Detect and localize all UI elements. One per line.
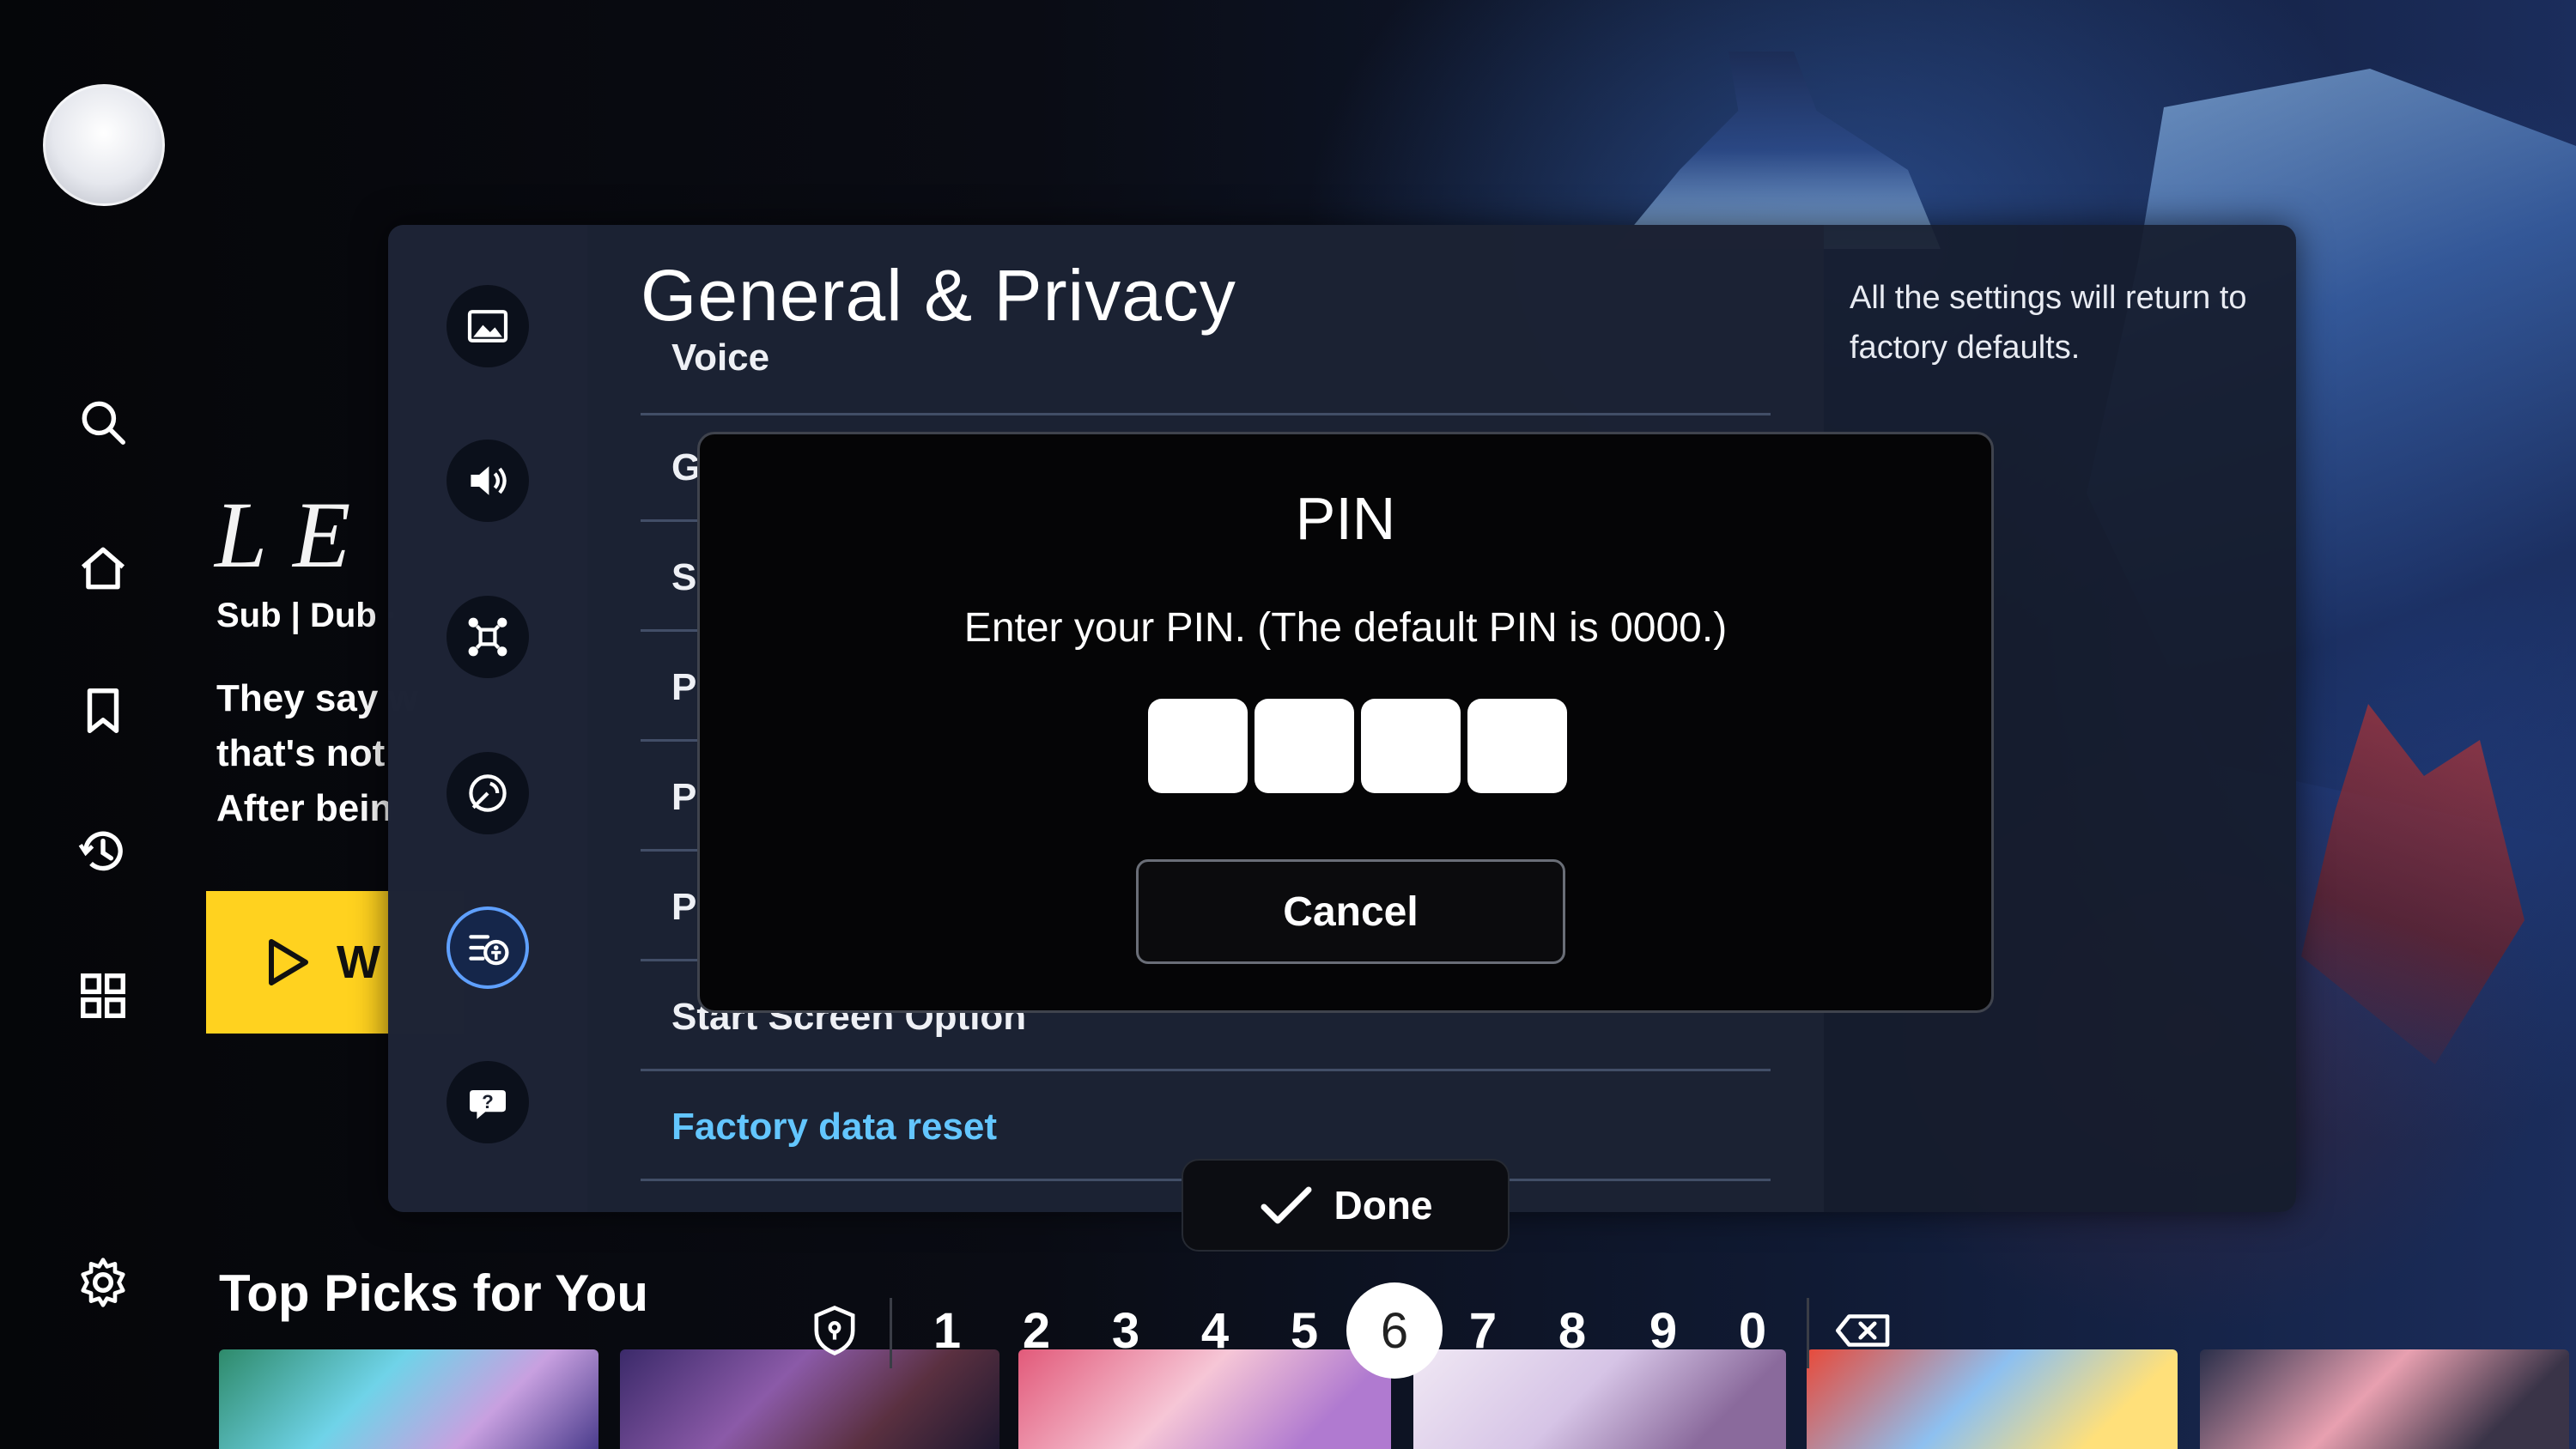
home-icon [81, 547, 125, 590]
connection-icon [468, 617, 507, 657]
pin-digit-box[interactable] [1255, 699, 1354, 793]
settings-row-label: S [671, 555, 697, 598]
watch-button-label: W [337, 937, 380, 988]
bookmark-icon [87, 688, 119, 733]
done-button-label: Done [1334, 1183, 1433, 1228]
apps-grid-icon [81, 973, 125, 1018]
shield-lock-icon [814, 1306, 855, 1355]
svg-text:?: ? [482, 1091, 494, 1113]
hero-audio-meta: Sub | Dub · [216, 597, 398, 634]
keypad-divider [890, 1298, 892, 1368]
category-picture[interactable] [447, 285, 529, 367]
general-privacy-icon [469, 935, 509, 966]
nav-apps[interactable] [67, 960, 139, 1032]
pin-digit-box[interactable] [1148, 699, 1248, 793]
keypad-digit-7[interactable]: 7 [1444, 1289, 1522, 1372]
content-thumbnail[interactable] [2200, 1349, 2569, 1449]
play-icon [269, 939, 308, 985]
section-title: Top Picks for You [219, 1264, 649, 1322]
backspace-key[interactable] [1829, 1289, 1898, 1372]
settings-row-label: P [671, 665, 697, 708]
profile-avatar[interactable] [43, 84, 165, 206]
pin-digit-box[interactable] [1467, 699, 1567, 793]
pin-dialog: PIN Enter your PIN. (The default PIN is … [697, 432, 1994, 1013]
pin-dialog-message: Enter your PIN. (The default PIN is 0000… [963, 605, 1728, 651]
category-sound[interactable] [447, 440, 529, 522]
privacy-lock-key[interactable] [800, 1289, 869, 1372]
settings-help-text: All the settings will return to factory … [1850, 280, 2247, 366]
pin-dialog-title: PIN [1295, 485, 1396, 552]
gear-icon [81, 1258, 125, 1307]
category-broadcasting[interactable] [447, 752, 529, 834]
backspace-icon [1835, 1314, 1890, 1347]
settings-row-voice[interactable]: Voice [641, 306, 1771, 415]
hero-title: LE [215, 482, 377, 587]
search-icon [82, 401, 125, 445]
settings-row-label: P [671, 885, 697, 928]
check-icon [1261, 1186, 1311, 1224]
pin-digit-box[interactable] [1361, 699, 1461, 793]
pin-entry[interactable] [1148, 699, 1567, 793]
keypad-digit-5[interactable]: 5 [1266, 1289, 1343, 1372]
keypad-divider [1807, 1298, 1809, 1368]
settings-row-label: Voice [671, 336, 770, 379]
nav-home[interactable] [67, 532, 139, 604]
nav-watchlist[interactable] [67, 675, 139, 747]
nav-settings[interactable] [67, 1246, 139, 1319]
category-support[interactable]: ? [447, 1061, 529, 1143]
picture-icon [467, 310, 508, 343]
sound-icon [471, 466, 507, 495]
content-thumbnail[interactable] [219, 1349, 598, 1449]
category-general-privacy[interactable] [447, 906, 529, 989]
keypad-digit-2[interactable]: 2 [998, 1289, 1075, 1372]
category-connection[interactable] [447, 596, 529, 678]
settings-row-label: Factory data reset [671, 1105, 998, 1148]
keypad-digit-1[interactable]: 1 [908, 1289, 986, 1372]
settings-row-label: P [671, 775, 697, 818]
keypad-digit-0[interactable]: 0 [1714, 1289, 1791, 1372]
keypad-digit-6[interactable]: 6 [1346, 1282, 1443, 1379]
keypad-digit-8[interactable]: 8 [1534, 1289, 1611, 1372]
nav-search[interactable] [67, 386, 139, 458]
keypad-digit-4[interactable]: 4 [1176, 1289, 1254, 1372]
keypad-digit-9[interactable]: 9 [1625, 1289, 1702, 1372]
keypad-digit-3[interactable]: 3 [1087, 1289, 1164, 1372]
history-icon [78, 831, 123, 871]
support-icon: ? [470, 1090, 506, 1119]
done-button[interactable]: Done [1182, 1159, 1510, 1252]
broadcast-icon [469, 774, 507, 812]
cancel-button[interactable]: Cancel [1136, 859, 1565, 964]
nav-history[interactable] [67, 815, 139, 888]
